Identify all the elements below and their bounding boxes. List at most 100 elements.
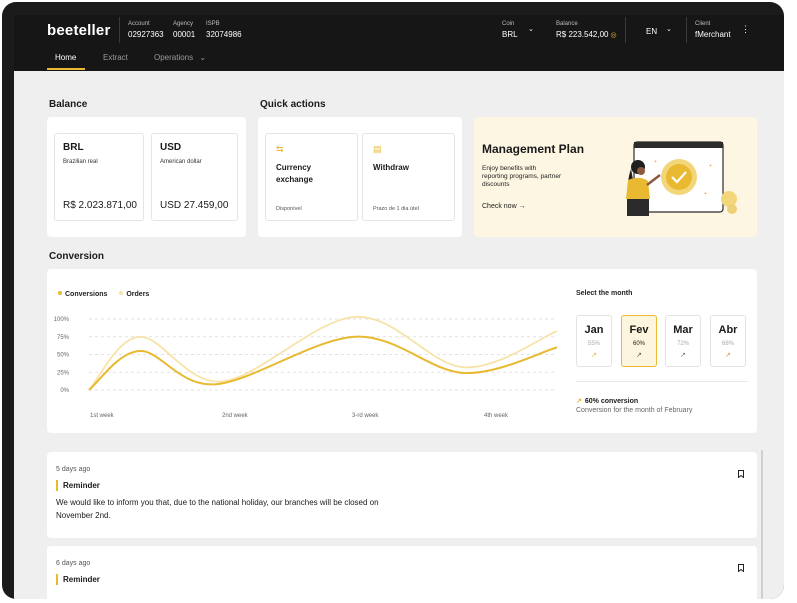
ispb-value: 32074986 (206, 30, 242, 39)
conversion-summary: ↗ 60% conversion (576, 397, 638, 405)
conversion-card: Conversions Orders 100% 75% 50% 25% 0% 1st we… (47, 269, 757, 433)
cash-icon: ▤ (373, 144, 382, 154)
scrollbar[interactable] (761, 450, 763, 599)
month-name: Abr (718, 324, 738, 336)
coin-selector[interactable]: Coin BRL (502, 20, 518, 41)
tab-operations[interactable]: Operations ⌄ (154, 53, 206, 62)
currency-amount: USD 27.459,00 (160, 200, 229, 211)
y-tick-label: 0% (60, 388, 69, 394)
coin-label: Coin (502, 21, 515, 27)
client-label: Client (695, 21, 711, 27)
month-mar[interactable]: Mar 72% ↗ (665, 315, 701, 367)
client-info[interactable]: Client fMerchant (695, 20, 731, 41)
balance-value: R$ 223.542,00 (556, 30, 609, 39)
withdraw-action[interactable]: ▤ Withdraw Prazo de 1 dia útel (362, 133, 455, 221)
month-jan[interactable]: Jan 55% ↗ (576, 315, 612, 367)
client-value: fMerchant (695, 30, 731, 39)
quick-actions-card: ⇆ Currency exchange Disponível ▤ Withdra… (258, 117, 462, 237)
legend-orders-label: Orders (126, 291, 150, 298)
bookmark-icon[interactable] (738, 470, 744, 478)
management-plan-title: Management Plan (482, 142, 585, 156)
app-screen: beeteller Account 02927363 Agency 00001 … (14, 15, 784, 599)
y-tick-label: 50% (57, 353, 70, 359)
currency-exchange-action[interactable]: ⇆ Currency exchange Disponível (265, 133, 358, 221)
notification-time: 6 days ago (56, 560, 91, 567)
management-plan-card[interactable]: Management Plan Enjoy benefits with repo… (474, 117, 757, 237)
balance-info: Balance R$ 223.542,00 ◎ (556, 20, 617, 42)
account-label: Account (128, 21, 150, 27)
notification-body: We would like to inform you that, due to… (56, 498, 379, 520)
action-subtitle: Prazo de 1 dia útel (373, 206, 419, 212)
language-selector[interactable]: EN (646, 25, 657, 38)
notification-title: Reminder (56, 480, 100, 491)
action-subtitle: Disponível (276, 206, 302, 212)
y-tick-label: 25% (57, 370, 70, 376)
legend-dot (119, 291, 124, 295)
currency-name: Brazilian real (63, 159, 98, 165)
check-now-link[interactable]: Check now → (482, 203, 526, 210)
device-frame: beeteller Account 02927363 Agency 00001 … (2, 2, 784, 599)
x-tick-label: 4th week (484, 413, 509, 419)
top-header: beeteller Account 02927363 Agency 00001 … (14, 15, 784, 71)
chevron-down-icon[interactable]: ⌄ (528, 25, 534, 33)
chevron-down-icon: ⌄ (199, 53, 207, 62)
management-illustration: + + + (626, 141, 737, 216)
svg-text:+: + (709, 163, 712, 169)
x-tick-label: 3-rd week (352, 413, 379, 419)
agency-info: Agency 00001 (173, 20, 195, 41)
header-divider (686, 17, 687, 43)
conversion-summary-value: 60% conversion (584, 398, 639, 405)
select-month-label: Select the month (576, 290, 633, 297)
bookmark-icon[interactable] (738, 564, 744, 572)
agency-label: Agency (173, 21, 194, 27)
y-tick-label: 75% (57, 335, 70, 341)
balance-card: BRL Brazilian real R$ 2.023.871,00 USD A… (47, 117, 246, 237)
trend-icon: ↗ (591, 352, 597, 359)
more-options-icon[interactable]: ⋮ (741, 25, 750, 34)
currency-card-brl[interactable]: BRL Brazilian real R$ 2.023.871,00 (54, 133, 144, 221)
month-pct: 72% (676, 341, 689, 347)
ispb-info: ISPB 32074986 (206, 20, 242, 41)
tab-operations-label: Operations (154, 53, 194, 62)
balance-label: Balance (556, 21, 578, 27)
notification-time: 5 days ago (56, 466, 91, 473)
currency-card-usd[interactable]: USD American dollar USD 27.459,00 (151, 133, 238, 221)
quick-actions-title: Quick actions (260, 99, 326, 110)
month-pct: 60% (632, 341, 645, 347)
header-divider (625, 17, 626, 43)
x-tick-label: 2nd week (222, 413, 249, 419)
conversion-section-title: Conversion (49, 251, 105, 262)
chevron-down-icon[interactable]: ⌄ (666, 25, 672, 33)
trend-icon: ↗ (680, 352, 686, 359)
notification-card[interactable]: 6 days ago Reminder (47, 546, 757, 599)
divider (576, 381, 748, 382)
management-plan-description: Enjoy benefits with reporting programs, … (482, 165, 562, 188)
balance-section-title: Balance (49, 99, 88, 110)
currency-name: American dollar (160, 159, 202, 165)
currency-code: USD (160, 142, 182, 153)
eye-icon[interactable]: ◎ (611, 30, 617, 42)
conversion-summary-description: Conversion for the month of February (576, 407, 693, 414)
notification-card[interactable]: 5 days ago Reminder We would like to inf… (47, 452, 757, 538)
tab-home[interactable]: Home (55, 53, 76, 62)
legend-orders[interactable]: Orders (119, 291, 149, 298)
month-pct: 55% (587, 341, 600, 347)
x-tick-label: 1st week (90, 413, 115, 419)
month-fev[interactable]: Fev 60% ↗ (621, 315, 657, 367)
header-divider (119, 17, 120, 43)
month-pct: 68% (721, 341, 734, 347)
coin-value: BRL (502, 30, 518, 39)
month-abr[interactable]: Abr 68% ↗ (710, 315, 746, 367)
agency-value: 00001 (173, 30, 196, 39)
ispb-label: ISPB (206, 21, 220, 27)
brand-logo[interactable]: beeteller (47, 22, 111, 39)
action-title: Currency exchange (276, 163, 313, 184)
trend-up-icon: ↗ (576, 398, 582, 405)
action-title: Withdraw (373, 163, 409, 172)
account-value: 02927363 (128, 30, 164, 39)
svg-text:+: + (704, 191, 707, 197)
active-tab-indicator (47, 68, 85, 70)
tab-extract[interactable]: Extract (103, 53, 128, 62)
month-name: Mar (673, 324, 693, 336)
legend-conversions[interactable]: Conversions (58, 291, 107, 298)
